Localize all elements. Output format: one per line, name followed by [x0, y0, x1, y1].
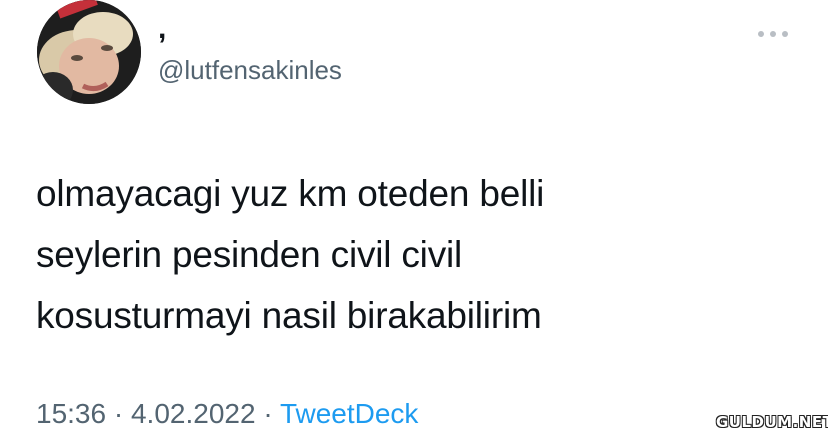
meta-separator: · — [113, 398, 124, 429]
more-options-button[interactable] — [752, 20, 794, 48]
tweet-metadata: 15:36 · 4.02.2022 · TweetDeck — [36, 396, 418, 432]
tweet-time[interactable]: 15:36 — [36, 398, 106, 429]
tweet-card: , @lutfensakinles olmayacagi yuz km oted… — [0, 0, 828, 434]
tweet-date[interactable]: 4.02.2022 — [131, 398, 256, 429]
avatar[interactable] — [37, 0, 141, 104]
avatar-photo — [37, 0, 141, 104]
tweet-text-line: olmayacagi yuz km oteden belli — [36, 173, 545, 214]
display-name[interactable]: , — [158, 14, 166, 44]
tweet-text-line: seylerin pesinden civil civil — [36, 234, 463, 275]
username-handle[interactable]: @lutfensakinles — [158, 55, 342, 85]
tweet-text: olmayacagi yuz km oteden belli seylerin … — [36, 163, 796, 346]
more-dots-icon — [758, 31, 788, 37]
meta-separator: · — [263, 398, 273, 429]
tweet-source-link[interactable]: TweetDeck — [280, 398, 419, 429]
tweet-text-line: kosusturmayi nasil birakabilirim — [36, 295, 542, 336]
watermark: GULDUM.NET — [716, 413, 828, 431]
